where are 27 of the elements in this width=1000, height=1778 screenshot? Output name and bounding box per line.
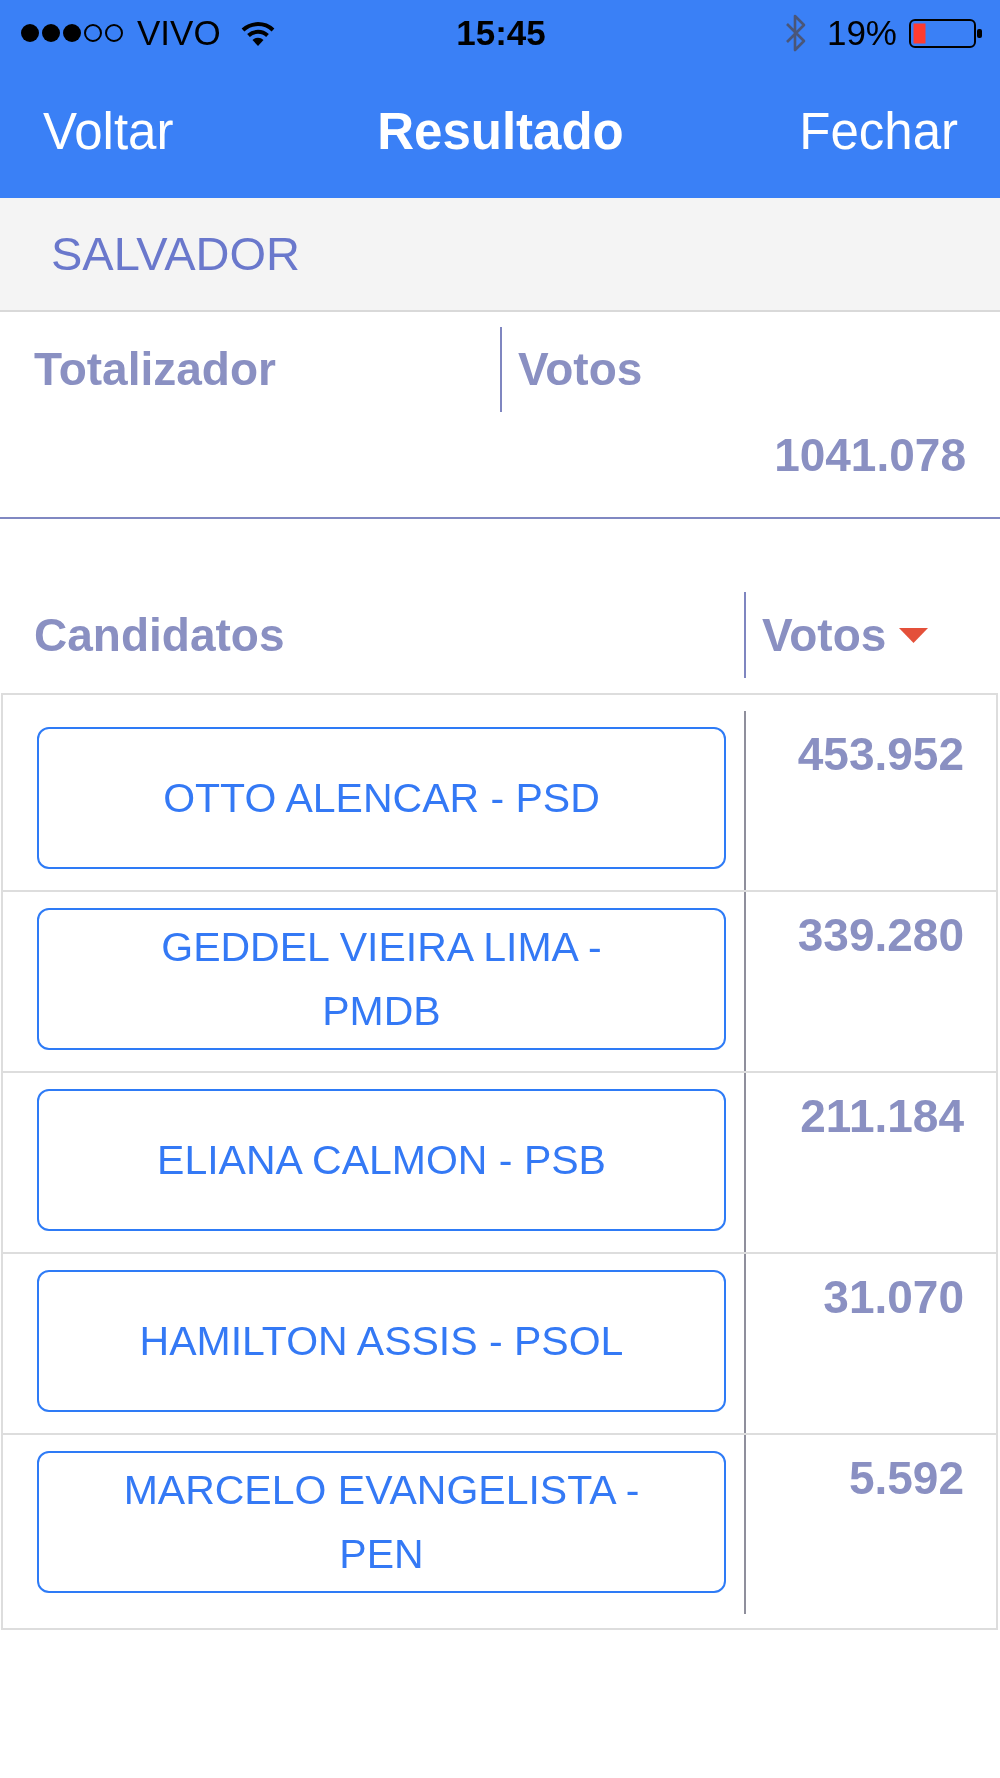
candidate-button[interactable]: HAMILTON ASSIS - PSOL: [37, 1270, 726, 1412]
signal-strength-icon: [20, 23, 124, 43]
sort-descending-icon: [899, 627, 929, 643]
wifi-icon: [240, 20, 275, 46]
city-header: SALVADOR: [0, 198, 1000, 312]
candidate-button[interactable]: GEDDEL VIEIRA LIMA - PMDB: [37, 908, 726, 1050]
vote-count: 5.592: [848, 1452, 964, 1504]
battery-icon: [909, 18, 982, 48]
screen-title: Resultado: [377, 102, 624, 162]
candidate-button[interactable]: ELIANA CALMON - PSB: [37, 1089, 726, 1231]
candidate-button[interactable]: OTTO ALENCAR - PSD: [37, 727, 726, 869]
candidate-button[interactable]: MARCELO EVANGELISTA - PEN: [37, 1451, 726, 1593]
battery-percentage: 19%: [826, 13, 897, 53]
back-button[interactable]: Voltar: [43, 102, 174, 162]
status-time: 15:45: [456, 13, 546, 53]
column-header: Totalizador: [34, 343, 276, 395]
close-button[interactable]: Fechar: [799, 102, 958, 162]
column-sort-header[interactable]: Votos: [762, 607, 929, 663]
total-votes: 1041.078: [774, 429, 966, 481]
carrier-name: VIVO: [137, 13, 221, 53]
vote-count: 31.070: [823, 1271, 964, 1323]
vote-count: 453.952: [797, 728, 964, 780]
vote-count: 211.184: [800, 1090, 964, 1142]
bluetooth-icon: [784, 14, 807, 52]
column-header: Votos: [518, 343, 643, 395]
column-sort-header[interactable]: Candidatos: [34, 607, 285, 663]
vote-count: 339.280: [797, 909, 964, 961]
